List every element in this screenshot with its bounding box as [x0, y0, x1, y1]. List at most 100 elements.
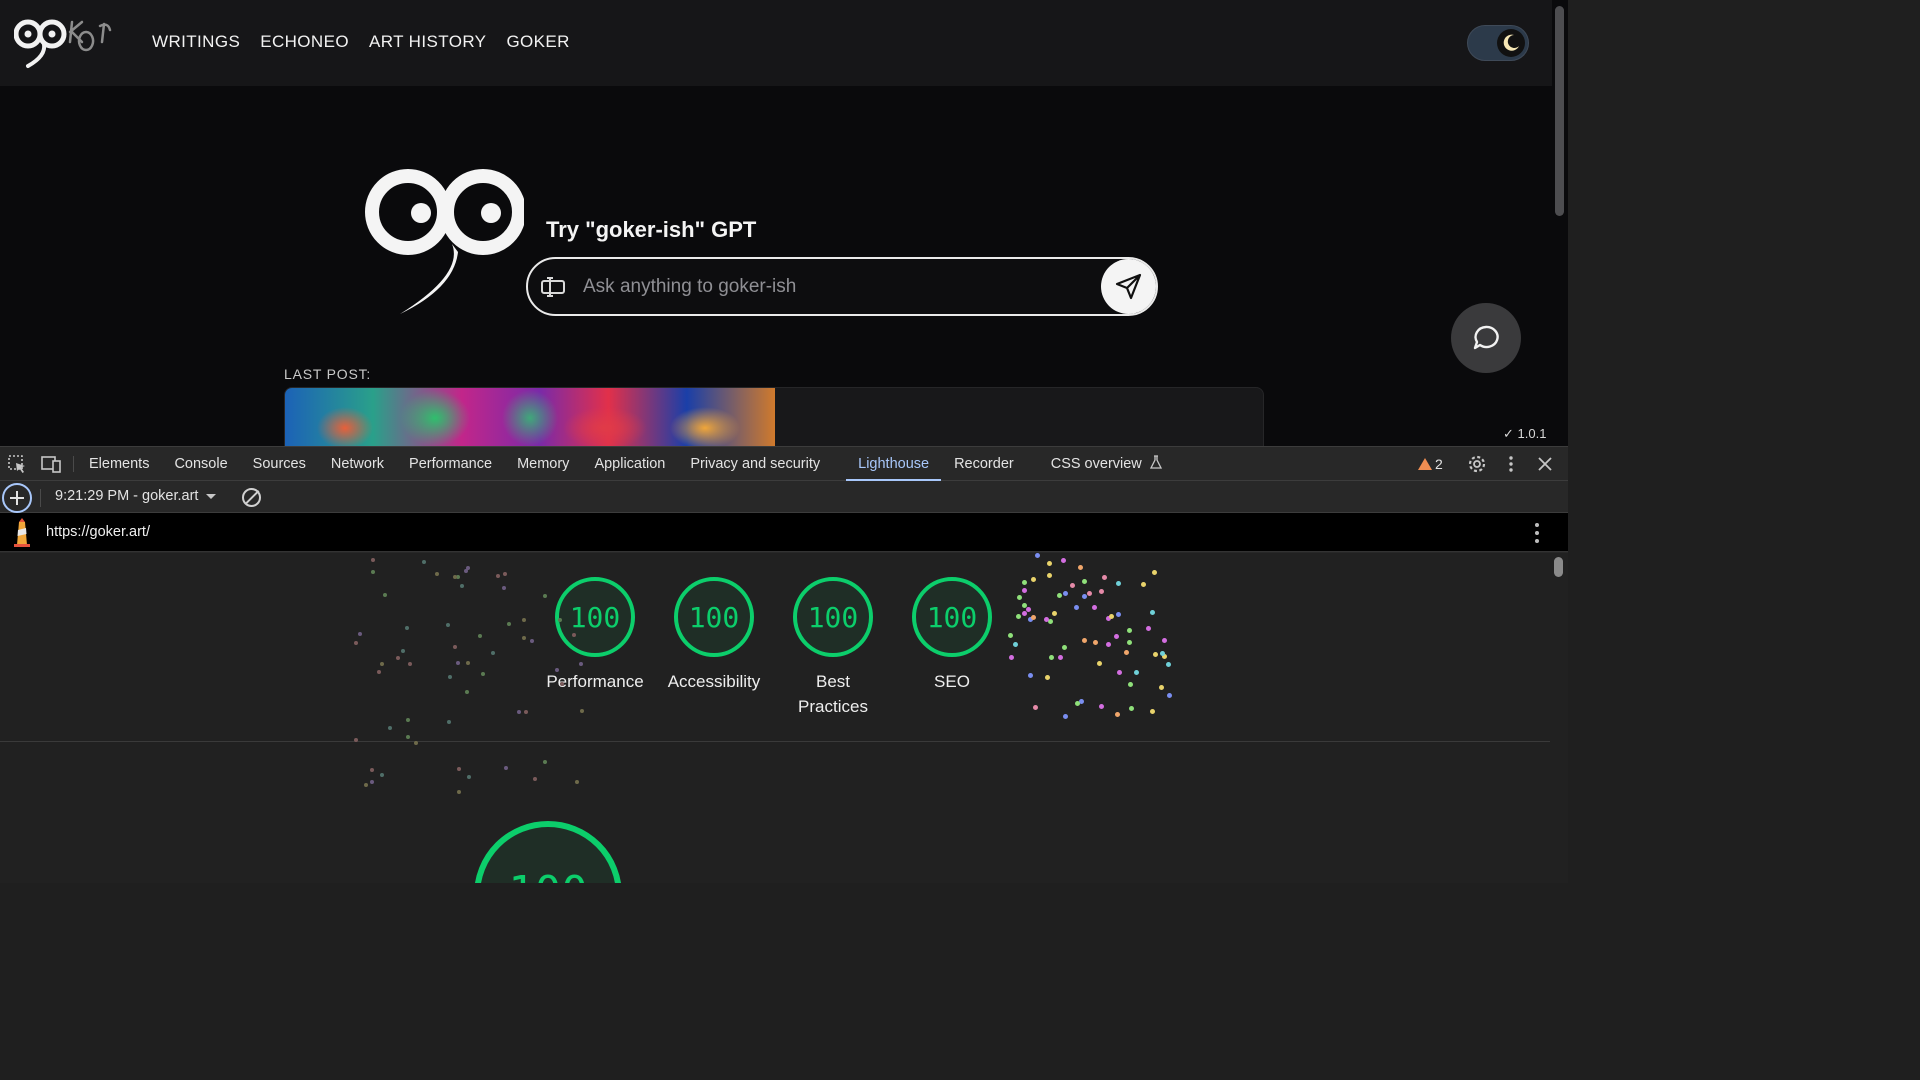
confetti-dot	[1092, 604, 1098, 610]
confetti-dot	[529, 639, 534, 644]
confetti-dot	[1082, 578, 1088, 584]
confetti-dot	[523, 709, 528, 714]
confetti-dot	[1086, 590, 1092, 596]
last-post-card[interactable]	[284, 387, 1264, 446]
confetti-dot	[447, 674, 452, 679]
tab-css-overview[interactable]: CSS overview	[1051, 447, 1162, 481]
new-report-button[interactable]	[2, 483, 32, 513]
confetti-dot	[1161, 637, 1167, 643]
last-post-label: LAST POST:	[284, 366, 372, 382]
confetti-dot	[1074, 604, 1079, 610]
report-scrollbar[interactable]	[1550, 553, 1568, 883]
confetti-dot	[477, 633, 482, 638]
confetti-dot	[1099, 588, 1105, 594]
score-gauge-seo[interactable]: 100 SEO	[887, 577, 1017, 694]
confetti-dot	[533, 777, 538, 782]
confetti-dot	[571, 632, 576, 637]
report-selector[interactable]: 9:21:29 PM - goker.art	[55, 488, 217, 504]
tab-network[interactable]: Network	[331, 447, 384, 481]
report-selector-label: 9:21:29 PM - goker.art	[55, 488, 199, 504]
confetti-dot	[1167, 692, 1173, 698]
confetti-dot	[363, 783, 368, 788]
ask-input[interactable]	[583, 273, 1083, 301]
version-label: ✓ 1.0.1	[1503, 426, 1547, 441]
score-gauge-performance[interactable]: 100 Performance	[530, 577, 660, 694]
score-gauge-accessibility[interactable]: 100 Accessibility	[649, 577, 779, 694]
more-options-icon[interactable]	[1500, 453, 1522, 475]
inspect-element-icon[interactable]	[6, 453, 28, 475]
score-label: SEO	[934, 672, 970, 691]
report-menu-icon[interactable]	[1530, 521, 1544, 545]
chat-button[interactable]	[1451, 303, 1521, 373]
score-gauge-best-practices[interactable]: 100 Best Practices	[768, 577, 898, 719]
confetti-dot	[446, 719, 451, 724]
confetti-dot	[578, 662, 583, 667]
goker-logo[interactable]	[14, 14, 118, 70]
confetti-dot	[408, 661, 413, 666]
nav-writings[interactable]: WRITINGS	[152, 32, 240, 52]
confetti-dot	[1101, 574, 1107, 580]
send-button[interactable]	[1101, 259, 1156, 314]
tab-lighthouse[interactable]: Lighthouse	[846, 447, 942, 481]
confetti-dot	[404, 625, 409, 630]
confetti-dot	[1153, 651, 1159, 657]
confetti-dot	[1021, 587, 1027, 593]
tab-console[interactable]: Console	[174, 447, 227, 481]
confetti-dot	[1052, 611, 1058, 617]
score-ring: 100	[555, 577, 635, 657]
tab-privacy-and-security[interactable]: Privacy and security	[690, 447, 820, 481]
report-divider	[0, 741, 1550, 742]
confetti-dot	[1099, 703, 1105, 709]
text-cursor-icon	[541, 277, 565, 297]
confetti-dot	[414, 740, 419, 745]
confetti-dot	[1046, 561, 1052, 567]
confetti-dot	[521, 635, 526, 640]
nav-echoneo[interactable]: ECHONEO	[260, 32, 349, 52]
lighthouse-report: 100 Performance 100 Accessibility 100 Be…	[0, 553, 1550, 883]
confetti-dot	[459, 583, 464, 588]
confetti-dot	[1017, 595, 1023, 601]
site-scroll-thumb[interactable]	[1555, 6, 1564, 216]
confetti-dot	[543, 759, 548, 764]
confetti-dot	[464, 690, 469, 695]
dark-mode-toggle[interactable]	[1467, 25, 1529, 61]
confetti-dot	[1034, 553, 1040, 559]
confetti-dot	[455, 660, 460, 665]
confetti-dot	[406, 717, 411, 722]
tab-application[interactable]: Application	[594, 447, 665, 481]
confetti-dot	[1079, 698, 1085, 704]
confetti-dot	[370, 779, 375, 784]
site-scrollbar[interactable]	[1552, 0, 1568, 446]
confetti-dot	[379, 773, 384, 778]
confetti-dot	[574, 780, 579, 785]
tab-performance[interactable]: Performance	[409, 447, 492, 481]
report-url[interactable]: https://goker.art/	[46, 524, 150, 540]
clear-reports-icon[interactable]	[242, 488, 261, 507]
gpt-title: Try "goker-ish" GPT	[546, 217, 757, 242]
tab-sources[interactable]: Sources	[253, 447, 306, 481]
close-devtools-icon[interactable]	[1534, 453, 1556, 475]
confetti-dot	[490, 651, 495, 656]
confetti-dot	[1123, 650, 1129, 656]
confetti-dot	[464, 568, 469, 573]
confetti-dot	[421, 560, 426, 565]
confetti-dot	[1150, 609, 1156, 615]
devtools-tabbar: Elements Console Sources Network Perform…	[0, 447, 1568, 481]
report-scroll-thumb[interactable]	[1554, 557, 1563, 577]
confetti-dot	[1074, 700, 1080, 706]
big-score-gauge[interactable]: 100	[474, 821, 622, 883]
tab-elements[interactable]: Elements	[89, 447, 149, 481]
chevron-down-icon	[206, 493, 217, 499]
settings-gear-icon[interactable]	[1466, 453, 1488, 475]
tab-recorder[interactable]: Recorder	[954, 447, 1014, 481]
nav-goker[interactable]: GOKER	[506, 32, 569, 52]
tab-memory[interactable]: Memory	[517, 447, 569, 481]
big-score-value: 100	[480, 867, 616, 883]
device-toolbar-icon[interactable]	[40, 453, 62, 475]
ask-gpt-box	[526, 257, 1158, 316]
confetti-dot	[357, 632, 362, 637]
score-label: Accessibility	[667, 672, 761, 691]
nav-art-history[interactable]: ART HISTORY	[369, 32, 486, 52]
confetti-dot	[1117, 669, 1123, 675]
warnings-badge[interactable]: 2	[1418, 456, 1443, 472]
